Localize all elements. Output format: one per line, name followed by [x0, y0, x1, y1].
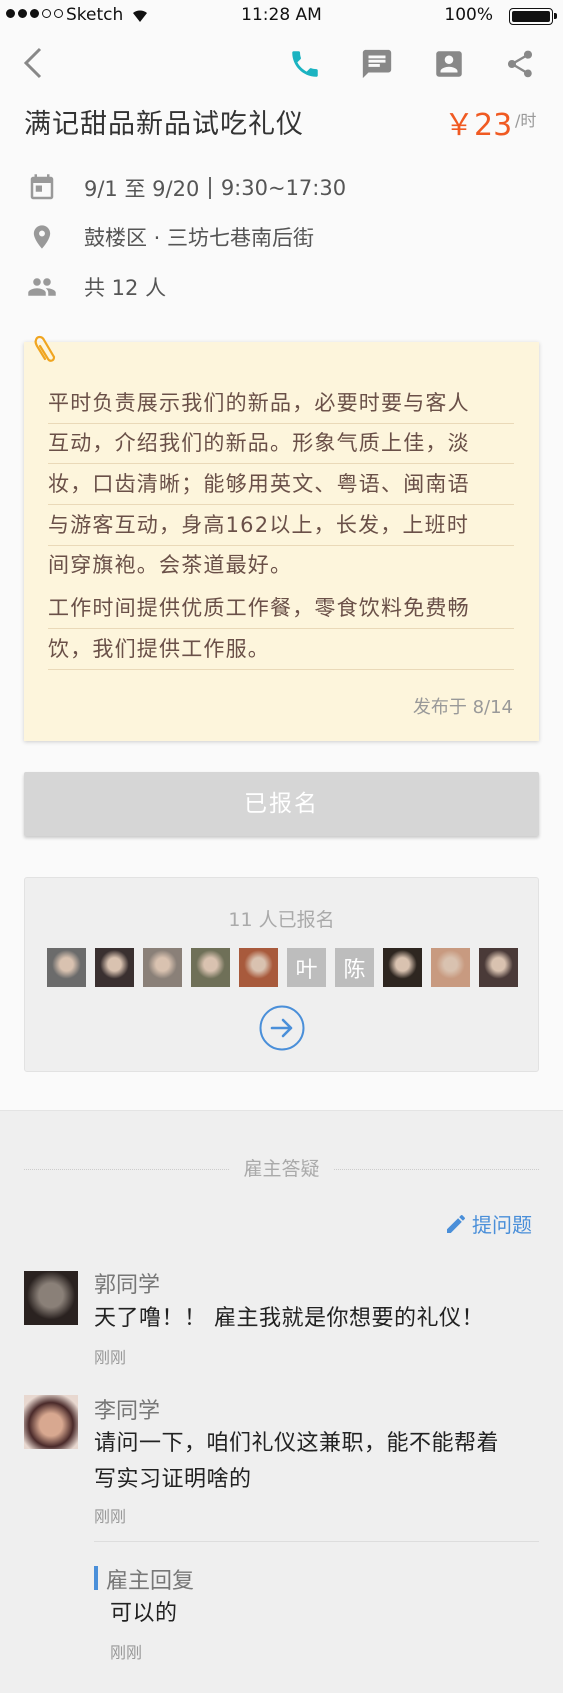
applicants-panel: 11 人已报名 叶陈	[24, 877, 539, 1072]
back-button[interactable]	[22, 46, 44, 80]
applicant-avatar[interactable]	[479, 948, 518, 987]
phone-icon[interactable]	[288, 47, 322, 81]
description-line: 平时负责展示我们的新品，必要时要与客人	[48, 383, 514, 424]
paperclip-icon	[34, 335, 56, 362]
reply-time: 刚刚	[110, 1643, 143, 1662]
headcount-text: 共 12 人	[84, 276, 167, 300]
commenter-name: 郭同学	[94, 1273, 161, 1298]
headcount-row: 共 12 人	[24, 269, 166, 305]
posted-date: 发布于 8/14	[412, 697, 513, 718]
applicant-avatar[interactable]	[431, 948, 470, 987]
arrow-right-circle-icon[interactable]	[259, 1005, 305, 1051]
job-description-card: 平时负责展示我们的新品，必要时要与客人 互动，介绍我们的新品。形象气质上佳，淡 …	[24, 342, 539, 741]
share-icon[interactable]	[504, 47, 536, 81]
reply-label: 雇主回复	[106, 1569, 195, 1594]
reply-text: 可以的	[110, 1601, 178, 1626]
time-range: 9:30~17:30	[220, 176, 347, 200]
applicant-avatar[interactable]	[95, 948, 134, 987]
applicant-avatar[interactable]	[239, 948, 278, 987]
description-line: 互动，介绍我们的新品。形象气质上佳，淡	[48, 423, 514, 464]
applicant-avatar[interactable]	[47, 948, 86, 987]
divider	[209, 177, 211, 199]
description-line: 间穿旗袍。会茶道最好。	[48, 553, 293, 577]
date-range: 9/1 至 9/20	[84, 177, 200, 201]
comment-text: 请问一下，咱们礼仪这兼职，能不能帮着	[94, 1431, 500, 1456]
ask-question-label: 提问题	[472, 1213, 532, 1237]
location-pin-icon	[24, 219, 60, 255]
description-line: 妆，口齿清晰；能够用英文、粤语、闽南语	[48, 464, 514, 505]
applicant-avatar[interactable]	[143, 948, 182, 987]
battery-icon	[509, 8, 557, 25]
description-line: 与游客互动，身高162以上，长发，上班时	[48, 505, 514, 546]
job-title: 满记甜品新品试吃礼仪	[24, 109, 304, 140]
qa-heading: 雇主答疑	[24, 1157, 539, 1181]
commenter-name: 李同学	[94, 1399, 161, 1424]
qa-section: 雇主答疑 提问题 郭同学 天了噜！！ 雇主我就是你想要的礼仪！ 刚刚 李同学 请…	[0, 1110, 563, 1693]
comment-text: 天了噜！！ 雇主我就是你想要的礼仪！	[94, 1306, 484, 1331]
battery-percent: 100%	[444, 5, 493, 25]
comment-time: 刚刚	[94, 1507, 127, 1526]
status-bar: Sketch 11:28 AM 100%	[0, 0, 563, 34]
applicant-count: 11 人已报名	[228, 909, 335, 931]
calendar-icon	[24, 170, 60, 206]
comment-text: 写实习证明啥的	[94, 1467, 252, 1492]
price-unit: /时	[515, 111, 537, 130]
qa-heading-text: 雇主答疑	[243, 1158, 320, 1180]
location-text: 鼓楼区 · 三坊七巷南后街	[84, 226, 315, 250]
description-line: 饮，我们提供工作服。	[48, 629, 514, 670]
people-icon	[24, 269, 60, 305]
location-row: 鼓楼区 · 三坊七巷南后街	[24, 219, 314, 255]
signed-up-button[interactable]: 已报名	[24, 772, 539, 836]
applicant-avatars: 叶陈	[47, 948, 518, 987]
avatar[interactable]	[24, 1271, 78, 1325]
ask-question-button[interactable]: 提问题	[444, 1209, 532, 1238]
schedule-row: 9/1 至 9/20 9:30~17:30	[24, 170, 346, 206]
applicant-avatar[interactable]: 陈	[335, 948, 374, 987]
comment-time: 刚刚	[94, 1348, 127, 1367]
applicant-avatar[interactable]	[191, 948, 230, 987]
reply-indicator	[94, 1566, 98, 1590]
job-price: ￥23	[444, 108, 513, 143]
chat-icon[interactable]	[360, 47, 394, 81]
pencil-icon	[447, 1214, 465, 1233]
description-line: 工作时间提供优质工作餐，零食饮料免费畅	[48, 588, 514, 629]
avatar[interactable]	[24, 1395, 78, 1449]
divider	[94, 1541, 539, 1542]
contact-card-icon[interactable]	[432, 47, 466, 81]
applicant-avatar[interactable]	[383, 948, 422, 987]
applicant-avatar[interactable]: 叶	[287, 948, 326, 987]
